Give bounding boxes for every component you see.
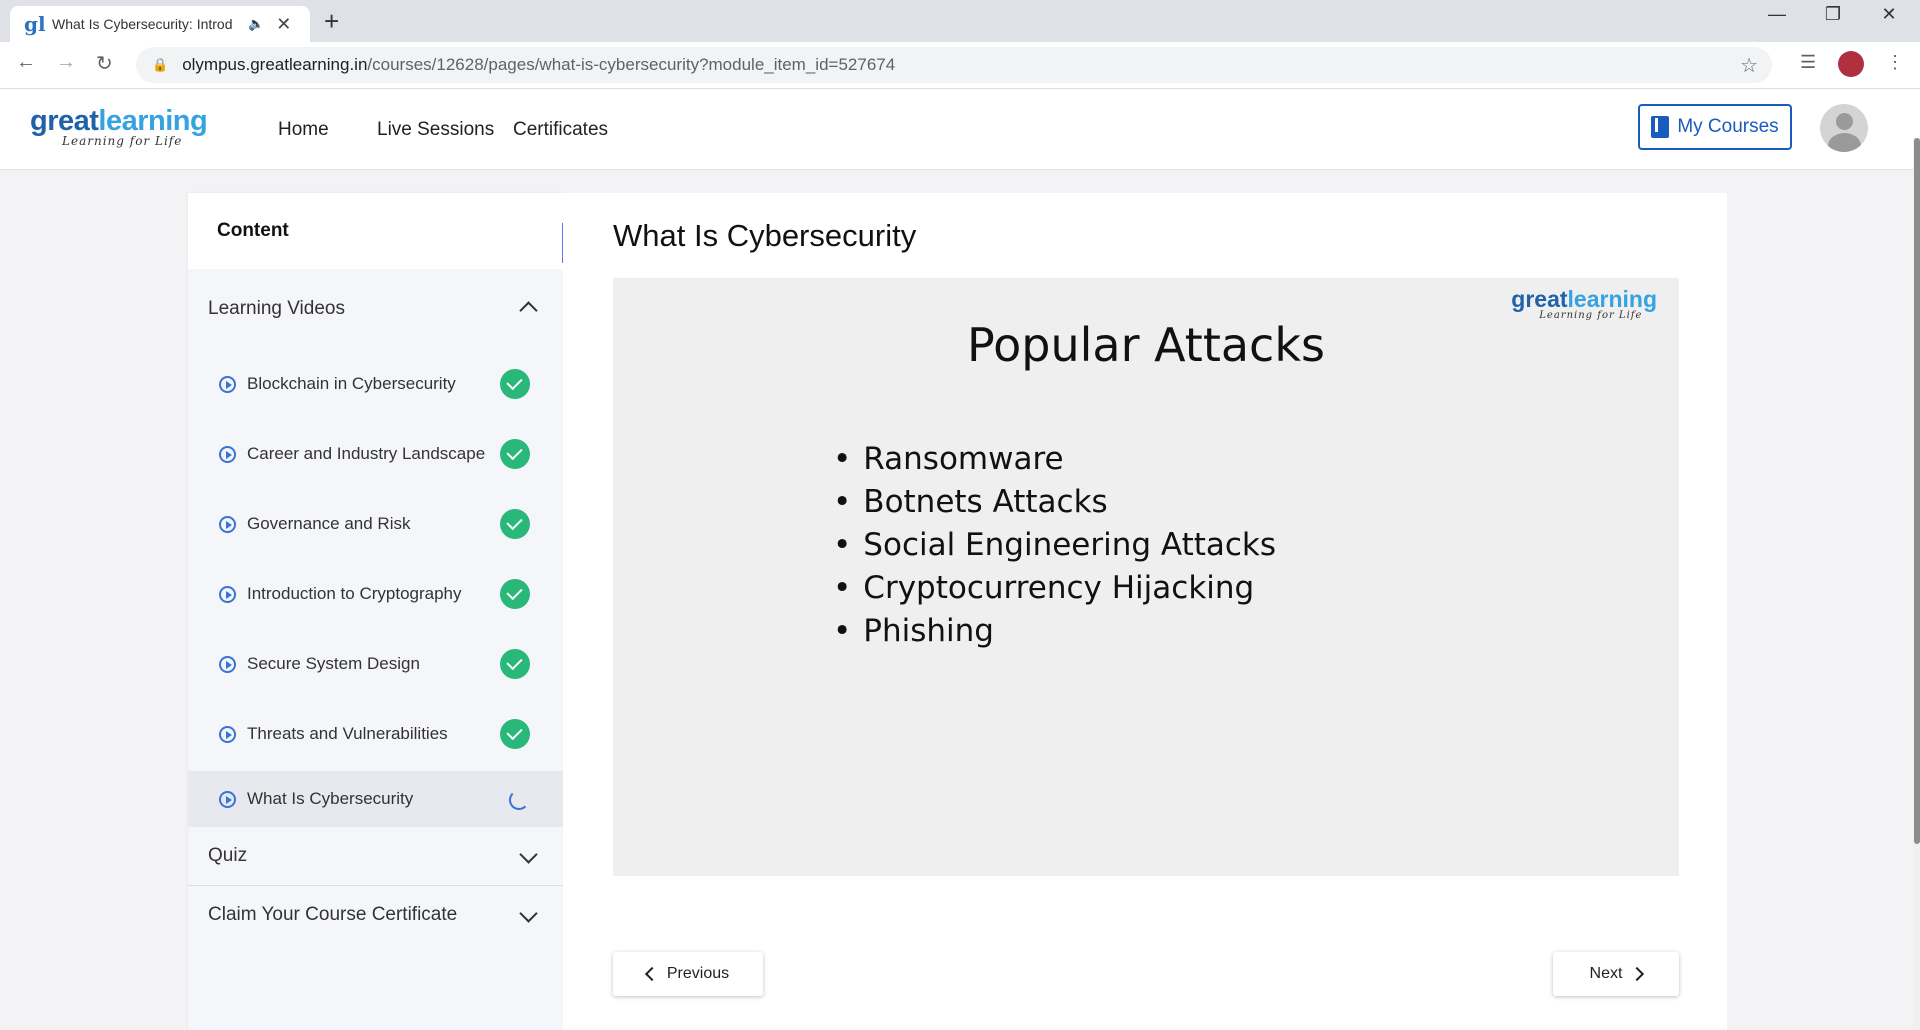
book-icon (1651, 116, 1670, 138)
lesson-label: Secure System Design (247, 654, 420, 673)
loading-spinner-icon (509, 790, 529, 810)
sidebar-title: Content (188, 193, 563, 269)
logo-part-great: great (30, 105, 99, 137)
user-avatar[interactable] (1820, 104, 1868, 152)
slide-logo: greatlearning Learning for Life (1511, 286, 1657, 321)
play-circle-icon (219, 585, 236, 603)
section-learning-videos[interactable]: Learning Videos (188, 269, 563, 349)
page-scrollbar-thumb[interactable] (1914, 138, 1920, 844)
section-quiz[interactable]: Quiz (188, 827, 563, 885)
section-title: Quiz (208, 845, 248, 866)
logo-part-learning: learning (98, 105, 208, 137)
address-bar[interactable]: 🔒 olympus.greatlearning.in/courses/12628… (136, 47, 1772, 83)
slide-bullet: Botnets Attacks (833, 481, 1276, 524)
restore-icon[interactable]: ❐ (1810, 4, 1856, 25)
lesson-label: Blockchain in Cybersecurity (247, 374, 456, 393)
slide-logo-part-great: great (1511, 286, 1568, 312)
slide-title: Popular Attacks (967, 318, 1325, 372)
page-title: What Is Cybersecurity (613, 218, 917, 253)
nav-home[interactable]: Home (278, 119, 329, 141)
next-label: Next (1589, 965, 1623, 982)
my-courses-label: My Courses (1677, 116, 1779, 137)
play-circle-icon (219, 375, 236, 393)
speaker-icon[interactable]: 🔈 (248, 16, 264, 32)
play-circle-icon (219, 515, 236, 533)
video-slide[interactable]: greatlearning Learning for Life Popular … (613, 278, 1679, 876)
browser-tab-strip: gl What Is Cybersecurity: Introd 🔈 ✕ + —… (0, 0, 1920, 42)
lesson-item[interactable]: Threats and Vulnerabilities (188, 699, 563, 769)
browser-tab[interactable]: gl What Is Cybersecurity: Introd 🔈 ✕ (10, 6, 310, 42)
slide-logo-wordmark: greatlearning (1511, 286, 1657, 313)
url-path: /courses/12628/pages/what-is-cybersecuri… (367, 55, 896, 74)
section-claim-certificate[interactable]: Claim Your Course Certificate (188, 886, 563, 944)
play-circle-icon (219, 790, 236, 808)
lesson-item[interactable]: Governance and Risk (188, 489, 563, 559)
lesson-label: Introduction to Cryptography (247, 584, 462, 603)
next-button[interactable]: Next (1553, 952, 1679, 996)
previous-label: Previous (666, 965, 730, 982)
window-close-icon[interactable]: ✕ (1866, 4, 1912, 25)
star-icon[interactable]: ☆ (1740, 53, 1758, 78)
tab-title: What Is Cybersecurity: Introd (52, 16, 233, 32)
play-circle-icon (219, 655, 236, 673)
slide-bullet: Social Engineering Attacks (833, 524, 1276, 567)
minimize-icon[interactable]: — (1754, 4, 1800, 25)
lesson-item[interactable]: Introduction to Cryptography (188, 559, 563, 629)
section-title: Claim Your Course Certificate (208, 904, 458, 925)
media-queue-icon[interactable]: ☰ (1800, 52, 1816, 73)
slide-bullet: Cryptocurrency Hijacking (833, 567, 1276, 610)
chevron-right-icon (1630, 966, 1645, 982)
plus-icon[interactable]: + (324, 6, 339, 37)
play-circle-icon (219, 445, 236, 463)
slide-bullet: Ransomware (833, 438, 1276, 481)
lesson-item[interactable]: Secure System Design (188, 629, 563, 699)
close-icon[interactable]: ✕ (276, 14, 291, 35)
lock-icon: 🔒 (152, 57, 169, 72)
browser-toolbar: ← → ↻ 🔒 olympus.greatlearning.in/courses… (0, 42, 1920, 89)
check-circle-icon (500, 369, 530, 399)
kebab-menu-icon[interactable]: ⋮ (1886, 52, 1904, 73)
avatar-body-shape (1828, 133, 1861, 152)
check-circle-icon (500, 509, 530, 539)
forward-arrow-icon[interactable]: → (56, 51, 76, 74)
chevron-down-icon (519, 845, 538, 864)
nav-certificates[interactable]: Certificates (513, 119, 608, 141)
greatlearning-favicon-icon: gl (24, 12, 46, 36)
lesson-item[interactable]: Career and Industry Landscape (188, 419, 563, 489)
slide-bullet-list: Ransomware Botnets Attacks Social Engine… (833, 438, 1276, 653)
url-text: olympus.greatlearning.in/courses/12628/p… (182, 55, 895, 75)
greatlearning-logo[interactable]: greatlearning Learning for Life (30, 105, 208, 148)
lesson-item-active[interactable]: What Is Cybersecurity (188, 771, 563, 827)
my-courses-button[interactable]: My Courses (1638, 104, 1792, 150)
slide-bullet: Phishing (833, 610, 1276, 653)
check-circle-icon (500, 649, 530, 679)
lesson-label: What Is Cybersecurity (247, 789, 414, 808)
lesson-label: Threats and Vulnerabilities (247, 724, 448, 743)
avatar-head-shape (1836, 113, 1853, 130)
previous-button[interactable]: Previous (613, 952, 763, 996)
chevron-up-icon (519, 301, 538, 320)
browser-profile-avatar[interactable] (1838, 51, 1864, 77)
lesson-label: Career and Industry Landscape (247, 444, 486, 463)
chevron-down-icon (519, 904, 538, 923)
section-title: Learning Videos (208, 298, 345, 319)
slide-logo-part-learning: learning (1567, 286, 1657, 312)
check-circle-icon (500, 719, 530, 749)
play-circle-icon (219, 725, 236, 743)
check-circle-icon (500, 579, 530, 609)
nav-live-sessions[interactable]: Live Sessions (377, 119, 494, 141)
site-header: greatlearning Learning for Life Home Liv… (0, 89, 1920, 170)
chevron-left-icon (644, 966, 659, 982)
lesson-item[interactable]: Blockchain in Cybersecurity (188, 349, 563, 419)
main-content: What Is Cybersecurity greatlearning Lear… (563, 193, 1727, 1030)
check-circle-icon (500, 439, 530, 469)
content-sidebar: Content Learning Videos Blockchain in Cy… (188, 193, 563, 1030)
lesson-label: Governance and Risk (247, 514, 411, 533)
back-arrow-icon[interactable]: ← (16, 51, 36, 74)
reload-icon[interactable]: ↻ (96, 51, 113, 76)
url-domain: olympus.greatlearning.in (182, 55, 368, 74)
